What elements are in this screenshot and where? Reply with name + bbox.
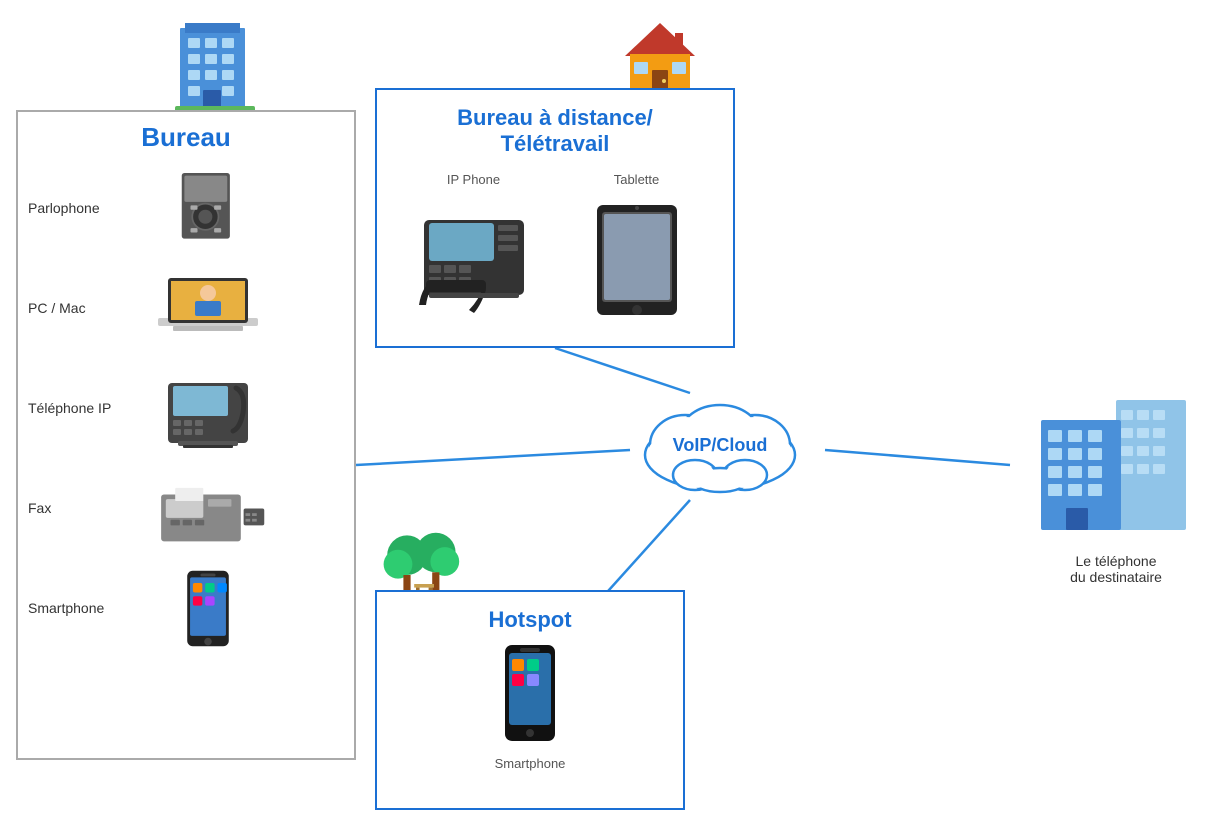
telephone-ip-label: Téléphone IP bbox=[28, 400, 138, 416]
bureau-building-icon bbox=[170, 18, 260, 113]
bureau-item-parlophone: Parlophone bbox=[28, 163, 344, 253]
remote-box: Bureau à distance/Télétravail IP Phone bbox=[375, 88, 735, 348]
hotspot-smartphone-label: Smartphone bbox=[495, 756, 566, 771]
house-icon bbox=[620, 18, 700, 93]
destination-icon: Le téléphonedu destinataire bbox=[1036, 380, 1196, 580]
parlophone-label: Parlophone bbox=[28, 200, 138, 216]
bureau-item-smartphone: Smartphone bbox=[28, 563, 344, 653]
pc-label: PC / Mac bbox=[28, 300, 138, 316]
ipphone-icon bbox=[414, 195, 534, 325]
remote-items: IP Phone bbox=[392, 172, 718, 325]
smartphone-label: Smartphone bbox=[28, 600, 138, 616]
remote-item-tablet: Tablette bbox=[577, 172, 697, 325]
bureau-item-fax: Fax bbox=[28, 463, 344, 553]
destination-label: Le téléphonedu destinataire bbox=[1036, 553, 1196, 585]
hotspot-item-smartphone: Smartphone bbox=[495, 643, 566, 771]
bureau-box: Bureau Parlophone PC / Mac bbox=[16, 110, 356, 760]
hotspot-title: Hotspot bbox=[392, 607, 668, 633]
parlophone-icon bbox=[148, 163, 268, 253]
hotspot-items: Smartphone bbox=[392, 643, 668, 771]
voip-label: VoIP/Cloud bbox=[673, 435, 768, 456]
tablet-icon bbox=[577, 195, 697, 325]
smartphone-icon bbox=[148, 563, 268, 653]
pc-icon bbox=[148, 263, 268, 353]
fax-label: Fax bbox=[28, 500, 138, 516]
fax-icon bbox=[148, 463, 268, 553]
tablet-label: Tablette bbox=[577, 172, 697, 187]
bureau-item-telephone-ip: Téléphone IP bbox=[28, 363, 344, 453]
voip-cloud: VoIP/Cloud bbox=[620, 380, 820, 510]
bureau-item-pc: PC / Mac bbox=[28, 263, 344, 353]
telephone-ip-icon bbox=[148, 363, 268, 453]
hotspot-box: Hotspot Smartphone bbox=[375, 590, 685, 810]
remote-title: Bureau à distance/Télétravail bbox=[392, 105, 718, 157]
remote-item-ipphone: IP Phone bbox=[414, 172, 534, 325]
ipphone-label: IP Phone bbox=[414, 172, 534, 187]
bureau-title: Bureau bbox=[28, 122, 344, 153]
